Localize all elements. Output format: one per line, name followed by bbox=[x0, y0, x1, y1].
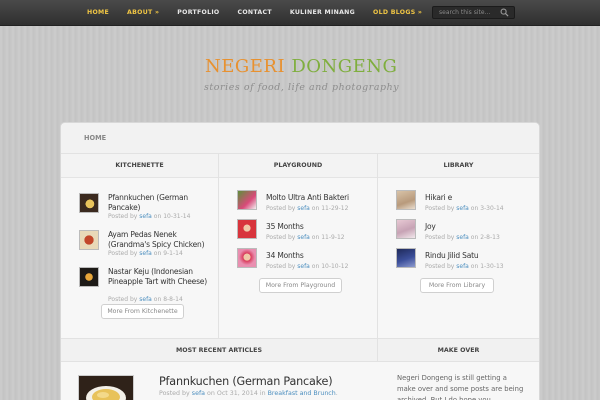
breadcrumb: HOME bbox=[61, 123, 539, 154]
post-thumbnail[interactable] bbox=[237, 219, 257, 239]
post-meta: Posted by sefa on 3-30-14 bbox=[425, 205, 504, 212]
post-thumbnail[interactable] bbox=[79, 267, 99, 287]
site-tagline: stories of food, life and photography bbox=[204, 82, 400, 93]
post-thumbnail[interactable] bbox=[237, 248, 257, 268]
nav-home[interactable]: HOME bbox=[78, 0, 118, 26]
post-meta: Posted by sefa on 10-31-14 bbox=[108, 213, 191, 220]
site-title-word-1: NEGERI bbox=[205, 56, 286, 77]
post-thumbnail[interactable] bbox=[396, 219, 416, 239]
search-icon[interactable] bbox=[500, 8, 509, 17]
section-heading-recent: MOST RECENT ARTICLES bbox=[61, 338, 378, 362]
column-playground: PLAYGROUND Molto Ultra Anti Bakteri Post… bbox=[219, 154, 378, 342]
pancake-image-icon bbox=[79, 376, 133, 400]
top-navigation-bar: HOME ABOUT » PORTFOLIO CONTACT KULINER M… bbox=[0, 0, 600, 26]
makeover-text: Negeri Dongeng is still getting a make o… bbox=[397, 374, 524, 400]
recent-article-meta: Posted by sefa on Oct 31, 2014 in Breakf… bbox=[159, 390, 338, 397]
column-heading: LIBRARY bbox=[378, 154, 539, 178]
post-title[interactable]: Molto Ultra Anti Bakteri bbox=[266, 193, 378, 203]
nav-portfolio[interactable]: PORTFOLIO bbox=[168, 0, 228, 26]
breadcrumb-home[interactable]: HOME bbox=[84, 134, 106, 142]
site-title[interactable]: NEGERI DONGENG bbox=[205, 56, 397, 77]
post-meta: Posted by sefa on 2-8-13 bbox=[425, 234, 500, 241]
more-from-library-button[interactable]: More From Library bbox=[420, 278, 494, 293]
post-meta: Posted by sefa on 11-29-12 bbox=[266, 205, 349, 212]
post-title[interactable]: 34 Months bbox=[266, 251, 378, 261]
post-thumbnail[interactable] bbox=[79, 193, 99, 213]
post-thumbnail[interactable] bbox=[237, 190, 257, 210]
post-thumbnail[interactable] bbox=[396, 248, 416, 268]
section-heading-makeover: MAKE OVER bbox=[378, 338, 539, 362]
post-title[interactable]: Joy bbox=[425, 222, 537, 232]
more-from-kitchenette-button[interactable]: More From Kitchenette bbox=[101, 304, 184, 319]
post-meta: Posted by sefa on 11-9-12 bbox=[266, 234, 345, 241]
nav-kuliner-minang[interactable]: KULINER MINANG bbox=[281, 0, 364, 26]
post-title[interactable]: Ayam Pedas Nenek (Grandma's Spicy Chicke… bbox=[108, 230, 220, 249]
post-title[interactable]: 35 Months bbox=[266, 222, 378, 232]
post-title[interactable]: Pfannkuchen (German Pancake) bbox=[108, 193, 220, 212]
nav-contact[interactable]: CONTACT bbox=[229, 0, 281, 26]
main-nav: HOME ABOUT » PORTFOLIO CONTACT KULINER M… bbox=[78, 0, 431, 26]
column-heading: PLAYGROUND bbox=[219, 154, 377, 178]
recent-article-thumbnail[interactable] bbox=[78, 375, 134, 400]
post-title[interactable]: Nastar Keju (Indonesian Pineapple Tart w… bbox=[108, 267, 220, 286]
post-meta: Posted by sefa on 10-10-12 bbox=[266, 263, 349, 270]
site-title-word-2: DONGENG bbox=[291, 56, 398, 77]
recent-article-title[interactable]: Pfannkuchen (German Pancake) bbox=[159, 375, 333, 388]
post-thumbnail[interactable] bbox=[79, 230, 99, 250]
column-kitchenette: KITCHENETTE Pfannkuchen (German Pancake)… bbox=[61, 154, 219, 342]
more-from-playground-button[interactable]: More From Playground bbox=[259, 278, 342, 293]
post-meta: Posted by sefa on 1-30-13 bbox=[425, 263, 504, 270]
recent-article-category-link[interactable]: Breakfast and Brunch bbox=[268, 390, 336, 397]
post-title[interactable]: Hikari e bbox=[425, 193, 537, 203]
post-thumbnail[interactable] bbox=[396, 190, 416, 210]
recent-article-author-link[interactable]: sefa bbox=[192, 390, 205, 397]
nav-about[interactable]: ABOUT » bbox=[118, 0, 168, 26]
column-library: LIBRARY Hikari e Posted by sefa on 3-30-… bbox=[378, 154, 539, 342]
post-meta: Posted by sefa on 8-8-14 bbox=[108, 296, 183, 303]
nav-old-blogs[interactable]: OLD BLOGS » bbox=[364, 0, 431, 26]
post-meta: Posted by sefa on 9-1-14 bbox=[108, 250, 183, 257]
post-title[interactable]: Rindu Jilid Satu bbox=[425, 251, 537, 261]
content-panel: HOME KITCHENETTE Pfannkuchen (German Pan… bbox=[60, 122, 540, 400]
column-heading: KITCHENETTE bbox=[61, 154, 218, 178]
